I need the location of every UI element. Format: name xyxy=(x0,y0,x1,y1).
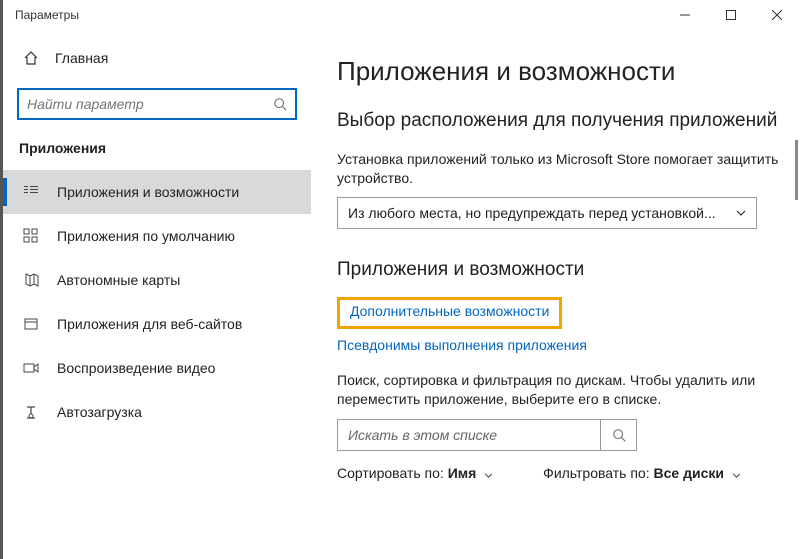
source-description: Установка приложений только из Microsoft… xyxy=(337,150,780,188)
maximize-icon xyxy=(726,10,736,20)
minimize-icon xyxy=(680,10,690,20)
optional-features-highlight: Дополнительные возможности xyxy=(337,297,562,329)
settings-window: Параметры Главная xyxy=(0,0,800,559)
home-icon xyxy=(23,50,39,66)
sort-filter-row: Сортировать по: Имя Фильтровать по: Все … xyxy=(337,465,780,481)
sidebar-item-label: Автономные карты xyxy=(57,272,180,288)
install-source-dropdown[interactable]: Из любого места, но предупреждать перед … xyxy=(337,197,757,229)
chevron-down-icon xyxy=(484,470,493,481)
web-apps-icon xyxy=(23,316,39,332)
video-icon xyxy=(23,360,39,376)
page-title: Приложения и возможности xyxy=(337,56,780,87)
sidebar-search[interactable] xyxy=(17,88,297,120)
sidebar: Главная Приложения Приложения и возможно… xyxy=(3,30,311,559)
main-panel: Приложения и возможности Выбор расположе… xyxy=(311,30,800,559)
sidebar-search-input[interactable] xyxy=(27,96,273,112)
search-icon xyxy=(273,97,287,111)
sidebar-item-label: Воспроизведение видео xyxy=(57,360,215,376)
close-icon xyxy=(772,10,782,20)
execution-aliases-link[interactable]: Псевдонимы выполнения приложения xyxy=(337,337,587,353)
apps-heading: Приложения и возможности xyxy=(337,259,780,281)
sort-label: Сортировать по: xyxy=(337,465,444,481)
maximize-button[interactable] xyxy=(708,0,754,30)
offline-maps-icon xyxy=(23,272,39,288)
home-link[interactable]: Главная xyxy=(3,38,311,78)
app-list-search[interactable]: Искать в этом списке xyxy=(337,419,637,451)
optional-features-link[interactable]: Дополнительные возможности xyxy=(350,303,549,319)
app-list-search-button[interactable] xyxy=(600,420,636,450)
sidebar-item-label: Автозагрузка xyxy=(57,404,142,420)
content: Главная Приложения Приложения и возможно… xyxy=(3,30,800,559)
sidebar-section-label: Приложения xyxy=(3,130,311,170)
dropdown-value: Из любого места, но предупреждать перед … xyxy=(348,205,716,221)
startup-icon xyxy=(23,404,39,420)
sidebar-item-default-apps[interactable]: Приложения по умолчанию xyxy=(3,214,311,258)
titlebar: Параметры xyxy=(3,0,800,30)
sidebar-item-web-apps[interactable]: Приложения для веб-сайтов xyxy=(3,302,311,346)
app-list-search-input[interactable]: Искать в этом списке xyxy=(338,427,600,443)
sidebar-item-label: Приложения по умолчанию xyxy=(57,228,235,244)
chevron-down-icon xyxy=(732,470,741,481)
sidebar-item-video-playback[interactable]: Воспроизведение видео xyxy=(3,346,311,390)
sort-control[interactable]: Сортировать по: Имя xyxy=(337,465,493,481)
sidebar-nav: Приложения и возможности Приложения по у… xyxy=(3,170,311,434)
filter-label: Фильтровать по: xyxy=(543,465,649,481)
sidebar-item-label: Приложения для веб-сайтов xyxy=(57,316,242,332)
source-heading: Выбор расположения для получения приложе… xyxy=(337,109,780,134)
close-button[interactable] xyxy=(754,0,800,30)
apps-features-icon xyxy=(23,184,39,200)
filter-control[interactable]: Фильтровать по: Все диски xyxy=(543,465,741,481)
window-title: Параметры xyxy=(15,8,79,22)
minimize-button[interactable] xyxy=(662,0,708,30)
search-icon xyxy=(612,428,626,442)
scrollbar[interactable] xyxy=(795,140,798,200)
sidebar-item-label: Приложения и возможности xyxy=(57,184,239,200)
default-apps-icon xyxy=(23,228,39,244)
sidebar-item-apps-features[interactable]: Приложения и возможности xyxy=(3,170,311,214)
sidebar-item-offline-maps[interactable]: Автономные карты xyxy=(3,258,311,302)
home-label: Главная xyxy=(55,50,108,66)
chevron-down-icon xyxy=(736,210,746,216)
filter-value: Все диски xyxy=(654,465,724,481)
sidebar-search-wrap xyxy=(3,78,311,130)
sidebar-item-startup[interactable]: Автозагрузка xyxy=(3,390,311,434)
sort-value: Имя xyxy=(448,465,477,481)
filter-description: Поиск, сортировка и фильтрация по дискам… xyxy=(337,371,780,409)
